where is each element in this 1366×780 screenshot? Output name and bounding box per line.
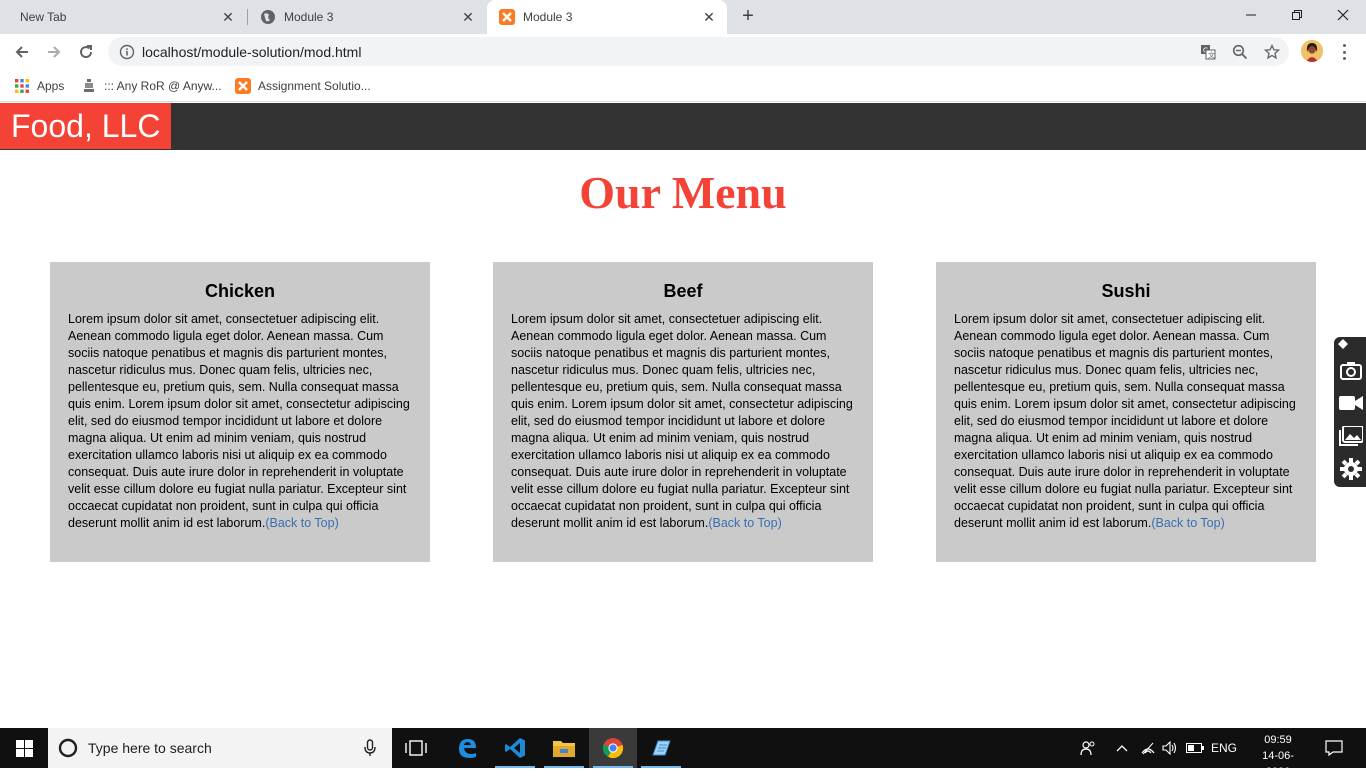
battery-icon[interactable] bbox=[1184, 728, 1206, 768]
clock-time: 09:59 bbox=[1264, 734, 1292, 746]
notification-icon[interactable] bbox=[1318, 728, 1350, 768]
restore-icon[interactable] bbox=[1274, 0, 1320, 30]
menu-section-beef: Beef Lorem ipsum dolor sit amet, consect… bbox=[493, 262, 873, 562]
taskbar-search-box[interactable]: Type here to search bbox=[48, 728, 392, 768]
bookmarks-bar: Apps ::: Any RoR @ Anyw... Assignment So… bbox=[0, 70, 1366, 102]
emblem-icon bbox=[81, 78, 97, 94]
profile-avatar[interactable] bbox=[1301, 40, 1323, 62]
section-heading: Beef bbox=[663, 281, 703, 301]
star-icon[interactable] bbox=[1263, 43, 1281, 65]
tab-new-tab[interactable]: New Tab ✕ bbox=[0, 0, 246, 34]
xampp-icon bbox=[499, 9, 515, 25]
windows-start-icon[interactable] bbox=[0, 728, 48, 768]
section-text: Lorem ipsum dolor sit amet, consectetuer… bbox=[68, 311, 412, 532]
taskbar-clock[interactable]: 09:59 14-06-2020 bbox=[1252, 732, 1304, 780]
menu-section-sushi: Sushi Lorem ipsum dolor sit amet, consec… bbox=[936, 262, 1316, 562]
translate-icon[interactable]: G文 bbox=[1200, 44, 1216, 65]
close-icon[interactable]: ✕ bbox=[460, 9, 476, 25]
zoom-icon[interactable] bbox=[1232, 44, 1248, 65]
page-title: Our Menu bbox=[579, 167, 787, 218]
back-to-top-link[interactable]: (Back to Top) bbox=[1151, 516, 1224, 530]
bookmark-label: Assignment Solutio... bbox=[258, 79, 371, 93]
info-icon[interactable] bbox=[119, 44, 135, 65]
bookmark-any-ror[interactable]: ::: Any RoR @ Anyw... bbox=[81, 77, 222, 95]
tab-title: New Tab bbox=[20, 10, 67, 24]
svg-text:文: 文 bbox=[1208, 51, 1215, 60]
chevron-up-icon[interactable] bbox=[1112, 728, 1132, 768]
tab-title: Module 3 bbox=[284, 10, 334, 24]
brand-logo[interactable]: Food, LLC bbox=[0, 103, 171, 149]
menu-section-chicken: Chicken Lorem ipsum dolor sit amet, cons… bbox=[50, 262, 430, 562]
camera-icon[interactable] bbox=[1338, 357, 1364, 383]
apps-grid-icon bbox=[14, 78, 30, 94]
windows-taskbar: Type here to search ENG 09:59 14-06-2020 bbox=[0, 728, 1366, 778]
chrome-icon[interactable] bbox=[589, 728, 637, 768]
globe-icon bbox=[260, 9, 276, 25]
people-icon[interactable] bbox=[1076, 728, 1100, 768]
microphone-icon[interactable] bbox=[364, 739, 376, 762]
page-viewport: Food, LLC Our Menu Chicken Lorem ipsum d… bbox=[0, 103, 1366, 728]
section-body: Lorem ipsum dolor sit amet, consectetuer… bbox=[954, 312, 1296, 530]
section-text: Lorem ipsum dolor sit amet, consectetuer… bbox=[511, 311, 855, 532]
address-bar[interactable]: localhost/module-solution/mod.html G文 bbox=[108, 37, 1289, 66]
minimize-icon[interactable] bbox=[1228, 0, 1274, 30]
volume-icon[interactable] bbox=[1160, 728, 1180, 768]
section-heading: Sushi bbox=[1101, 281, 1151, 301]
close-icon[interactable]: ✕ bbox=[701, 9, 717, 25]
vscode-icon[interactable] bbox=[491, 728, 539, 768]
reload-icon[interactable] bbox=[72, 38, 100, 66]
capture-toolbar bbox=[1334, 337, 1366, 487]
settings-icon[interactable] bbox=[1338, 456, 1364, 482]
cortana-icon bbox=[58, 738, 78, 763]
wifi-icon[interactable] bbox=[1138, 728, 1158, 768]
tab-strip: New Tab ✕ Module 3 ✕ Module 3 ✕ + bbox=[0, 0, 1366, 34]
bookmark-apps[interactable]: Apps bbox=[14, 77, 64, 95]
file-explorer-icon[interactable] bbox=[540, 728, 588, 768]
site-header: Food, LLC bbox=[0, 103, 1366, 150]
section-heading: Chicken bbox=[204, 281, 276, 301]
back-to-top-link[interactable]: (Back to Top) bbox=[708, 516, 781, 530]
section-body: Lorem ipsum dolor sit amet, consectetuer… bbox=[511, 312, 853, 530]
video-icon[interactable] bbox=[1338, 390, 1364, 416]
search-placeholder: Type here to search bbox=[88, 740, 212, 756]
back-to-top-link[interactable]: (Back to Top) bbox=[265, 516, 338, 530]
section-body: Lorem ipsum dolor sit amet, consectetuer… bbox=[68, 312, 410, 530]
new-tab-icon[interactable]: + bbox=[738, 6, 758, 27]
close-window-icon[interactable] bbox=[1320, 0, 1366, 30]
clock-date: 14-06-2020 bbox=[1262, 750, 1294, 778]
back-icon[interactable] bbox=[8, 38, 36, 66]
bookmark-label: Apps bbox=[37, 79, 65, 93]
xampp-icon bbox=[235, 78, 251, 94]
browser-toolbar: localhost/module-solution/mod.html G文 bbox=[0, 34, 1366, 70]
notepad-icon[interactable] bbox=[637, 728, 685, 768]
tab-title: Module 3 bbox=[523, 10, 573, 24]
edge-icon[interactable] bbox=[443, 728, 491, 768]
language-indicator[interactable]: ENG bbox=[1208, 728, 1240, 768]
bookmark-assignment-solution[interactable]: Assignment Solutio... bbox=[235, 77, 371, 95]
section-text: Lorem ipsum dolor sit amet, consectetuer… bbox=[954, 311, 1298, 532]
bookmark-label: ::: Any RoR @ Anyw... bbox=[104, 79, 222, 93]
gallery-icon[interactable] bbox=[1338, 423, 1364, 449]
tab-module-3[interactable]: Module 3 ✕ bbox=[248, 0, 486, 34]
pin-icon[interactable] bbox=[1336, 337, 1350, 351]
task-view-icon[interactable] bbox=[392, 728, 440, 768]
close-icon[interactable]: ✕ bbox=[220, 9, 236, 25]
url-text[interactable]: localhost/module-solution/mod.html bbox=[142, 44, 361, 60]
menu-icon[interactable] bbox=[1336, 42, 1352, 62]
forward-icon[interactable] bbox=[40, 38, 68, 66]
tab-module-3-active[interactable]: Module 3 ✕ bbox=[487, 0, 727, 34]
